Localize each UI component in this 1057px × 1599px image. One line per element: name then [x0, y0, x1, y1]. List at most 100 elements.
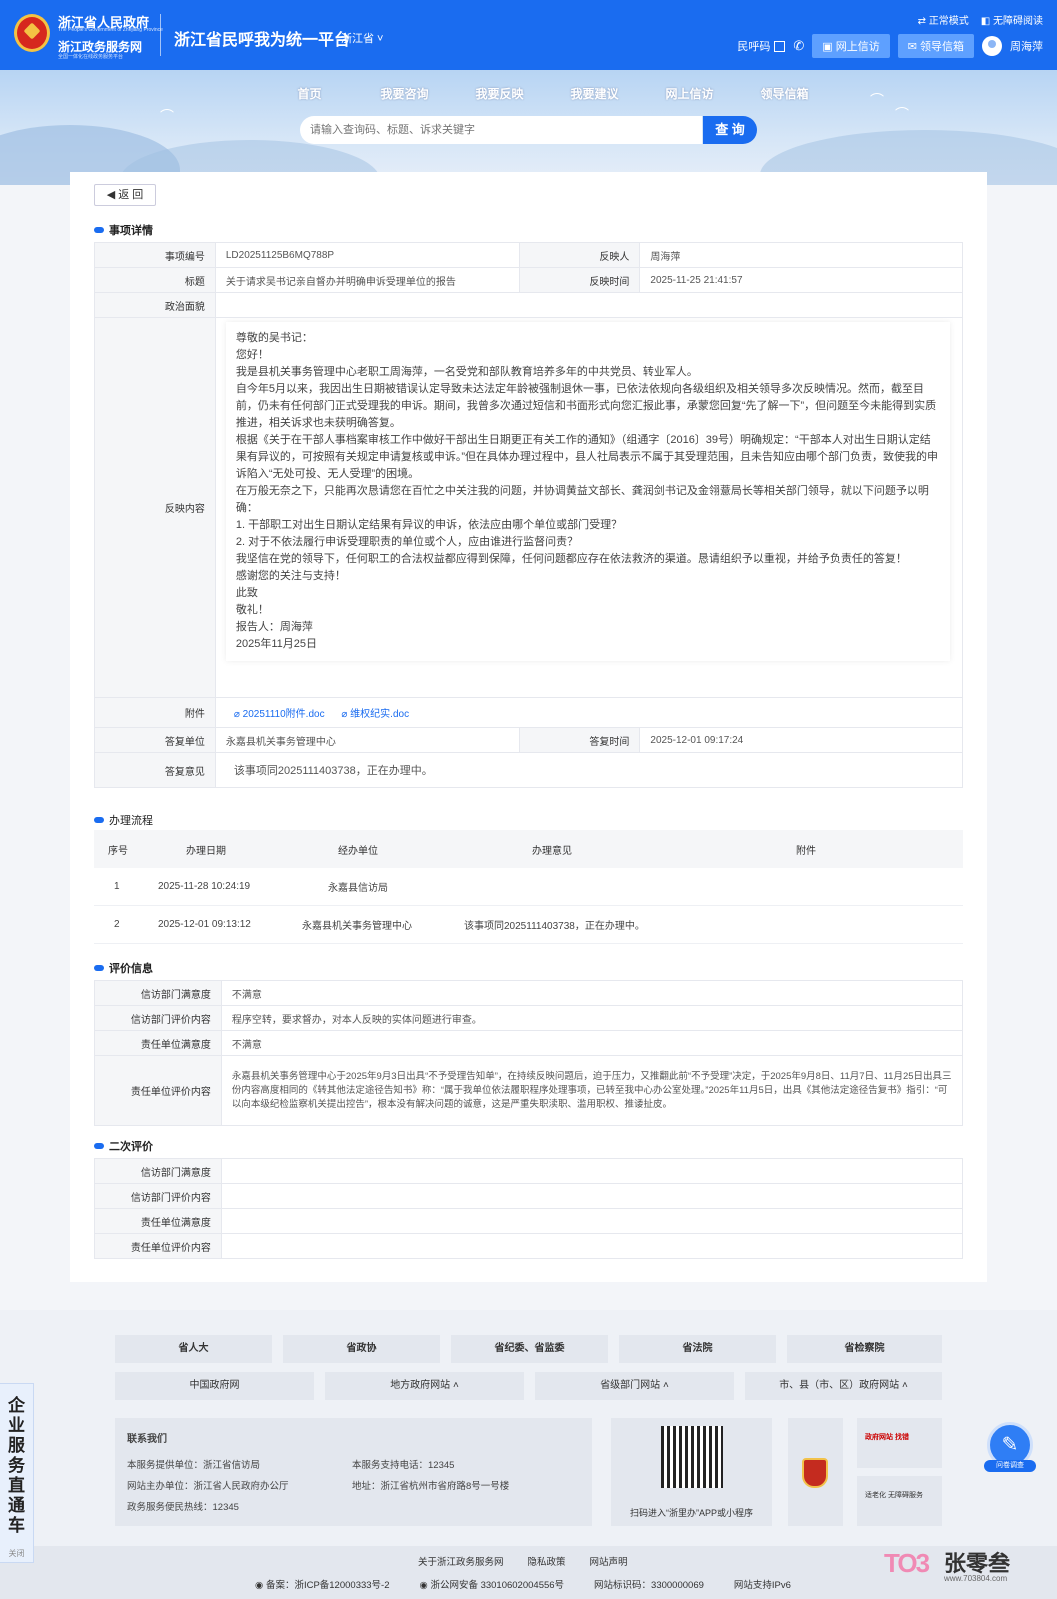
footer-dropdown-dept[interactable]: 省级部门网站 ˄ — [535, 1372, 734, 1400]
footer-link-npc[interactable]: 省人大 — [115, 1335, 272, 1363]
brand-logo-icon: TO3 — [884, 1548, 930, 1578]
footer-dropdown-city[interactable]: 市、县（市、区）政府网站 ˄ — [745, 1372, 942, 1400]
second-unit-eval-label: 责任单位评价内容 — [94, 1233, 222, 1259]
detail-table: 事项编号 LD20251125B6MQ788P 反映人 周海萍 标题 关于请求吴… — [94, 242, 964, 788]
contact-provider: 本服务提供单位：浙江省信访局 — [127, 1460, 261, 1471]
qr-caption: 扫码进入“浙里办”APP或小程序 — [629, 1508, 753, 1518]
back-arrow-icon: ◀ — [106, 189, 119, 201]
reply-time-value: 2025-12-01 09:17:24 — [639, 727, 963, 753]
flow-table: 序号 办理日期 经办单位 办理意见 附件 1 2025-11-28 10:24:… — [94, 830, 963, 944]
party-gov-badge[interactable] — [788, 1418, 843, 1526]
enterprise-service-tab[interactable]: 企业服务直通车 关闭 — [0, 1383, 34, 1563]
qr-code-icon — [774, 41, 786, 52]
leader-mailbox-button[interactable]: ✉ 领导信箱 — [897, 34, 974, 58]
paperclip-icon: ⌀ — [233, 709, 243, 720]
side-tab-char: 车 — [8, 1516, 25, 1535]
leader-mailbox-label: 领导信箱 — [920, 41, 964, 53]
reply-unit-label: 答复单位 — [94, 727, 216, 753]
section-marker-icon — [94, 227, 104, 233]
nav-report[interactable]: 我要反映 — [452, 85, 547, 102]
chevron-up-icon: ˄ — [450, 1380, 459, 1391]
footer-link-court[interactable]: 省法院 — [619, 1335, 776, 1363]
reply-unit-value: 永嘉县机关事务管理中心 — [214, 727, 520, 753]
search-button[interactable]: 查 询 — [703, 116, 757, 144]
content-line: 此致 — [235, 587, 258, 599]
police-link[interactable]: ◉ 浙公网安备 33010602004556号 — [420, 1577, 565, 1591]
contact-box: 联系我们 本服务提供单位：浙江省信访局 本服务支持电话：12345 网站主办单位：… — [115, 1418, 592, 1526]
contact-hotline: 政务服务便民热线：12345 — [127, 1502, 239, 1513]
unit-sat-label: 责任单位满意度 — [94, 1030, 222, 1056]
reporter-label: 反映人 — [518, 242, 641, 268]
reporter-value: 周海萍 — [639, 242, 963, 268]
search-input[interactable] — [300, 116, 702, 144]
survey-label[interactable]: 问卷调查 — [984, 1460, 1036, 1472]
city-sites-label: 市、县（市、区）政府网站 — [779, 1380, 900, 1391]
gov-site-error-report[interactable]: 政府网站 找错 — [857, 1418, 942, 1468]
top-header: 浙江省人民政府 The People's Government of Zheji… — [0, 0, 1057, 70]
footer-dropdown-local-gov[interactable]: 地方政府网站 ˄ — [325, 1372, 524, 1400]
second-dept-eval-value — [220, 1183, 964, 1209]
nav-consult[interactable]: 我要咨询 — [357, 85, 452, 102]
icp-link[interactable]: ◉ 备案：浙ICP备12000333号-2 — [255, 1577, 390, 1591]
gov-name-en: The People's Government of Zhejiang Prov… — [58, 27, 163, 33]
side-tab-char: 务 — [8, 1456, 25, 1475]
footer-link-procuratorate[interactable]: 省检察院 — [787, 1335, 942, 1363]
police-badge-icon: ◉ — [419, 1580, 431, 1591]
content-line: 尊敬的吴书记： — [235, 332, 313, 344]
report-time-value: 2025-11-25 21:41:57 — [639, 267, 963, 293]
region-selector[interactable]: 浙江省 ˅ — [341, 30, 383, 46]
footer-link-gov-cn[interactable]: 中国政府网 — [115, 1372, 314, 1400]
flow-title-text: 办理流程 — [109, 815, 153, 827]
flow-opinion: 该事项同2025111403738，正在办理中。 — [464, 921, 645, 932]
second-dept-eval-label: 信访部门评价内容 — [94, 1183, 222, 1209]
ipv6-label: 网站支持IPv6 — [733, 1580, 791, 1591]
footer-link-cppcc[interactable]: 省政协 — [283, 1335, 440, 1363]
attachment-link[interactable]: ⌀ 维权纪实.doc — [341, 709, 409, 720]
nav-home[interactable]: 首页 — [262, 85, 357, 102]
main-panel: ◀ 返 回 事项详情 事项编号 LD20251125B6MQ788P 反映人 周… — [70, 172, 987, 1282]
nav-petition[interactable]: 网上信访 — [642, 85, 737, 102]
minhu-code-button[interactable]: 民呼码 — [737, 38, 786, 54]
content-line: 在万般无奈之下，只能再次恳请您在百忙之中关注我的问题，并协调黄益文部长、龚润剑书… — [235, 485, 929, 514]
table-row: 1 2025-11-28 10:24:19 永嘉县信访局 — [94, 868, 963, 906]
elderly-accessibility-badge[interactable]: 适老化 无障碍服务 — [857, 1476, 942, 1526]
nav-mailbox[interactable]: 领导信箱 — [737, 85, 832, 102]
online-petition-button[interactable]: ▣ 网上信访 — [812, 34, 890, 58]
nav-suggest[interactable]: 我要建议 — [547, 85, 642, 102]
political-label: 政治面貌 — [94, 292, 216, 318]
shield-icon — [802, 1458, 828, 1488]
dept-eval-value: 程序空转，要求督办，对本人反映的实体问题进行审查。 — [220, 1005, 964, 1031]
side-tab-char: 通 — [8, 1496, 25, 1515]
privacy-link[interactable]: 隐私政策 — [528, 1554, 566, 1568]
second-unit-sat-label: 责任单位满意度 — [94, 1208, 222, 1234]
side-tab-char: 业 — [8, 1416, 25, 1435]
phone-icon[interactable]: ✆ — [793, 38, 804, 54]
site-id: 网站标识码：3300000069 — [594, 1580, 704, 1591]
chat-icon: ▣ — [822, 41, 836, 53]
user-name[interactable]: 周海萍 — [1010, 38, 1043, 54]
chevron-down-icon: ˅ — [374, 33, 384, 45]
flow-no: 2 — [114, 919, 120, 930]
elderly-accessibility-label: 适老化 无障碍服务 — [865, 1492, 923, 1499]
side-tab-close[interactable]: 关闭 — [0, 1544, 33, 1564]
enterprise-service-text: 企业服务直通车 — [0, 1396, 33, 1536]
attachment-name: 维权纪实.doc — [350, 709, 410, 720]
content-line: 2025年11月25日 — [235, 638, 317, 650]
content-label: 反映内容 — [94, 317, 216, 698]
accessible-mode-button[interactable]: ◧ 无障碍阅读 — [981, 12, 1043, 27]
normal-mode-button[interactable]: ⇄ 正常模式 — [918, 12, 969, 27]
content-line: 敬礼！ — [235, 604, 269, 616]
second-eval-table: 信访部门满意度 信访部门评价内容 责任单位满意度 责任单位评价内容 — [94, 1158, 964, 1259]
header-divider — [160, 14, 161, 56]
second-eval-title-text: 二次评价 — [109, 1141, 153, 1153]
footer-link-discipline[interactable]: 省纪委、省监委 — [451, 1335, 608, 1363]
dept-sites-label: 省级部门网站 — [600, 1380, 661, 1391]
back-button[interactable]: ◀ 返 回 — [94, 184, 156, 206]
statement-link[interactable]: 网站声明 — [590, 1554, 628, 1568]
error-report-label: 政府网站 找错 — [865, 1434, 909, 1441]
avatar[interactable] — [982, 36, 1002, 56]
attachment-link[interactable]: ⌀ 20251110附件.doc — [234, 709, 325, 720]
platform-title[interactable]: 浙江省民呼我为统一平台 — [174, 26, 350, 50]
contact-host: 网站主办单位：浙江省人民政府办公厅 — [127, 1481, 289, 1492]
about-link[interactable]: 关于浙江政务服务网 — [418, 1554, 504, 1568]
